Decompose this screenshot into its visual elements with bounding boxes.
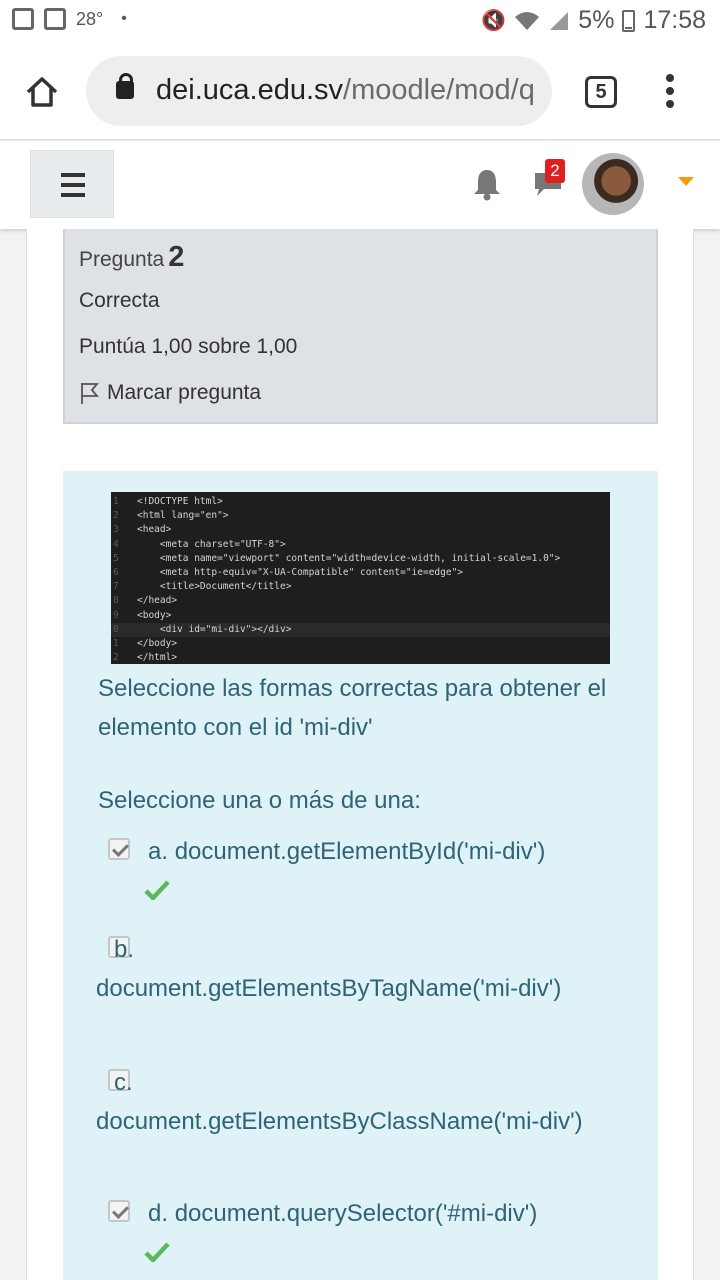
bell-icon[interactable] bbox=[472, 167, 502, 201]
mute-icon: 🔇 bbox=[481, 10, 507, 32]
code-line: 6 <meta http-equiv="X-UA-Compatible" con… bbox=[111, 566, 610, 580]
lock-icon bbox=[116, 73, 134, 99]
checkbox-a[interactable] bbox=[108, 838, 130, 860]
temperature: 28° bbox=[76, 8, 104, 29]
question-label: Pregunta bbox=[79, 248, 165, 271]
url-text: dei.uca.edu.sv/moodle/mod/q bbox=[156, 74, 535, 107]
hamburger-menu-button[interactable] bbox=[30, 150, 114, 218]
code-line-text: <div id="mi-div"></div> bbox=[137, 623, 292, 635]
code-screenshot: 1 <!DOCTYPE html> 2 <html lang="en"> 3 <head>… bbox=[111, 492, 610, 664]
status-dot: • bbox=[121, 10, 127, 27]
code-line: 1 <!DOCTYPE html> bbox=[111, 495, 610, 509]
code-line-number: 3 bbox=[113, 524, 119, 536]
correct-check-icon bbox=[144, 880, 170, 900]
address-bar[interactable]: dei.uca.edu.sv/moodle/mod/q bbox=[86, 56, 552, 126]
code-line: 2 <html lang="en"> bbox=[111, 509, 610, 523]
correct-check-icon bbox=[144, 1242, 170, 1262]
code-line-text: <!DOCTYPE html> bbox=[137, 496, 223, 507]
flag-question-link[interactable]: Marcar pregunta bbox=[79, 381, 261, 405]
tab-switcher-button[interactable]: 5 bbox=[585, 76, 617, 108]
question-grade: Puntúa 1,00 sobre 1,00 bbox=[79, 335, 298, 358]
notification-badge: 2 bbox=[545, 159, 565, 183]
wifi-icon bbox=[515, 11, 540, 30]
code-line-text: <meta charset="UTF-8"> bbox=[137, 538, 286, 550]
option-c-label: c. document.getElementsByClassName('mi-di… bbox=[96, 1069, 583, 1135]
answer-prompt: Seleccione una o más de una: bbox=[98, 787, 421, 814]
gallery-icon bbox=[12, 8, 34, 30]
question-number: 2 bbox=[168, 241, 185, 273]
code-line-number: 2 bbox=[113, 652, 119, 664]
code-line-number: 8 bbox=[113, 595, 119, 607]
code-line-text: </body> bbox=[137, 637, 178, 649]
moodle-navbar: 2 bbox=[0, 141, 720, 229]
browser-toolbar: dei.uca.edu.sv/moodle/mod/q 5 bbox=[0, 44, 720, 140]
code-line-text: </head> bbox=[137, 595, 178, 607]
code-line-text: <head> bbox=[137, 524, 172, 536]
url-domain: dei.uca.edu.sv bbox=[156, 74, 344, 106]
battery-percent: 5% bbox=[578, 6, 615, 34]
option-a-label: a. document.getElementById('mi-div') bbox=[148, 838, 546, 865]
code-line: 9 <body> bbox=[111, 609, 610, 623]
code-line: 1 </body> bbox=[111, 637, 610, 651]
clock: 17:58 bbox=[643, 6, 706, 34]
url-path: /moodle/mod/q bbox=[343, 74, 535, 106]
flag-label: Marcar pregunta bbox=[107, 381, 262, 404]
code-line-text: <html lang="en"> bbox=[137, 510, 229, 522]
code-line: 3 <head> bbox=[111, 523, 610, 537]
question-state: Correcta bbox=[79, 289, 160, 312]
menu-kebab-icon[interactable] bbox=[662, 74, 678, 110]
option-d-label: d. document.querySelector('#mi-div') bbox=[148, 1200, 538, 1227]
code-line-number: 0 bbox=[113, 623, 119, 635]
question-title: Pregunta 2 bbox=[79, 241, 184, 274]
home-icon[interactable] bbox=[24, 74, 60, 110]
code-line-number: 9 bbox=[113, 609, 119, 621]
code-line-text: <meta http-equiv="X-UA-Compatible" conte… bbox=[137, 566, 464, 578]
flag-icon bbox=[81, 383, 99, 404]
battery-icon bbox=[622, 9, 636, 32]
code-line: 2 </html> bbox=[111, 651, 610, 664]
maps-icon bbox=[44, 8, 66, 30]
code-line-text: <body> bbox=[137, 609, 172, 621]
code-line: 0 <div id="mi-div"></div> bbox=[111, 622, 610, 637]
code-line-number: 6 bbox=[113, 566, 119, 578]
question-text: Seleccione las formas correctas para obt… bbox=[98, 675, 607, 741]
user-menu-caret-icon[interactable] bbox=[678, 177, 694, 186]
code-line-number: 2 bbox=[113, 510, 119, 522]
question-content: 1 <!DOCTYPE html> 2 <html lang="en"> 3 <head>… bbox=[63, 471, 658, 1280]
code-line-number: 1 bbox=[113, 637, 119, 649]
code-line-number: 1 bbox=[113, 496, 119, 507]
code-line-text: <meta name="viewport" content="width=dev… bbox=[137, 552, 561, 564]
code-line-number: 7 bbox=[113, 581, 119, 593]
code-line-text: </html> bbox=[137, 652, 178, 664]
code-line-text: <title>Document</title> bbox=[137, 581, 292, 593]
status-bar: 28° • 🔇 5% 17:58 bbox=[0, 0, 720, 44]
question-info-box: Pregunta 2 Correcta Puntúa 1,00 sobre 1,0… bbox=[63, 229, 658, 424]
option-b-label: b. document.getElementsByTagName('mi-div'… bbox=[96, 936, 562, 1002]
avatar[interactable] bbox=[582, 153, 644, 215]
signal-icon bbox=[550, 11, 569, 30]
code-line: 8 </head> bbox=[111, 594, 610, 608]
checkbox-d[interactable] bbox=[108, 1200, 130, 1222]
code-line: 7 <title>Document</title> bbox=[111, 580, 610, 594]
code-line: 5 <meta name="viewport" content="width=d… bbox=[111, 552, 610, 566]
code-line-number: 4 bbox=[113, 538, 119, 550]
code-line-number: 5 bbox=[113, 552, 119, 564]
code-line: 4 <meta charset="UTF-8"> bbox=[111, 538, 610, 552]
